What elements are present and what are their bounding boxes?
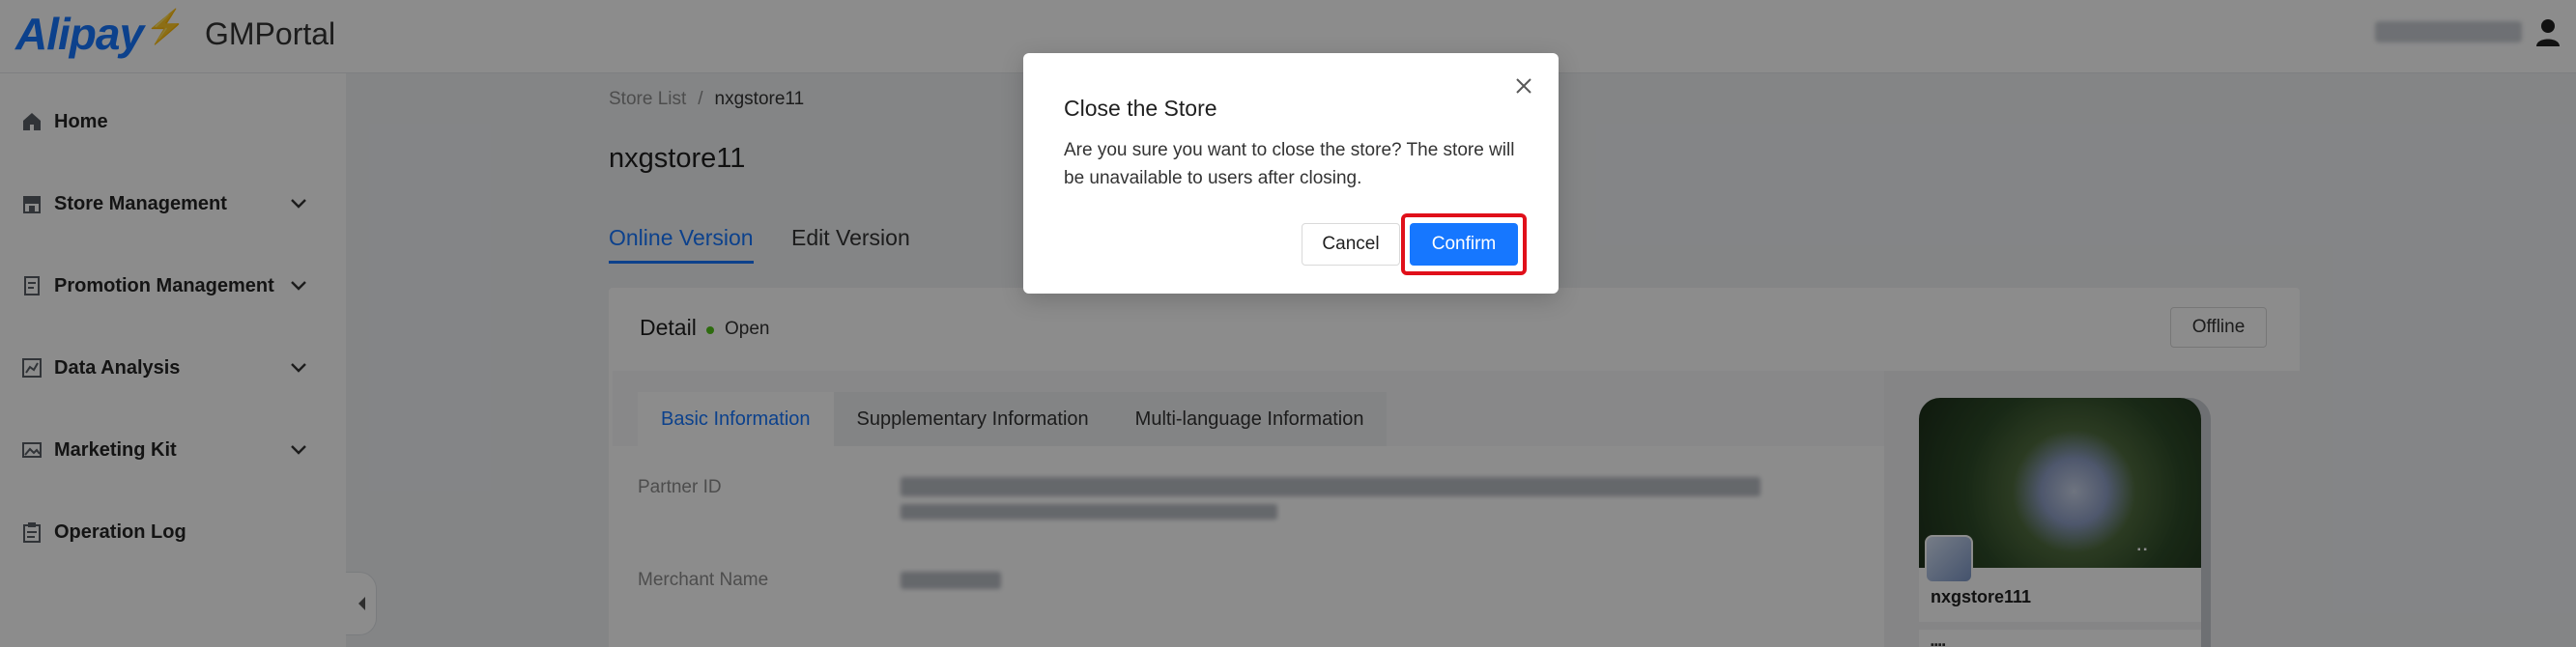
dialog-title: Close the Store (1064, 96, 1217, 121)
close-icon[interactable] (1514, 76, 1533, 96)
dialog-message: Are you sure you want to close the store… (1064, 140, 1515, 188)
close-store-dialog: Close the Store Are you sure you want to… (1023, 53, 1559, 294)
cancel-button[interactable]: Cancel (1302, 223, 1400, 266)
confirm-highlight-box (1401, 213, 1527, 275)
